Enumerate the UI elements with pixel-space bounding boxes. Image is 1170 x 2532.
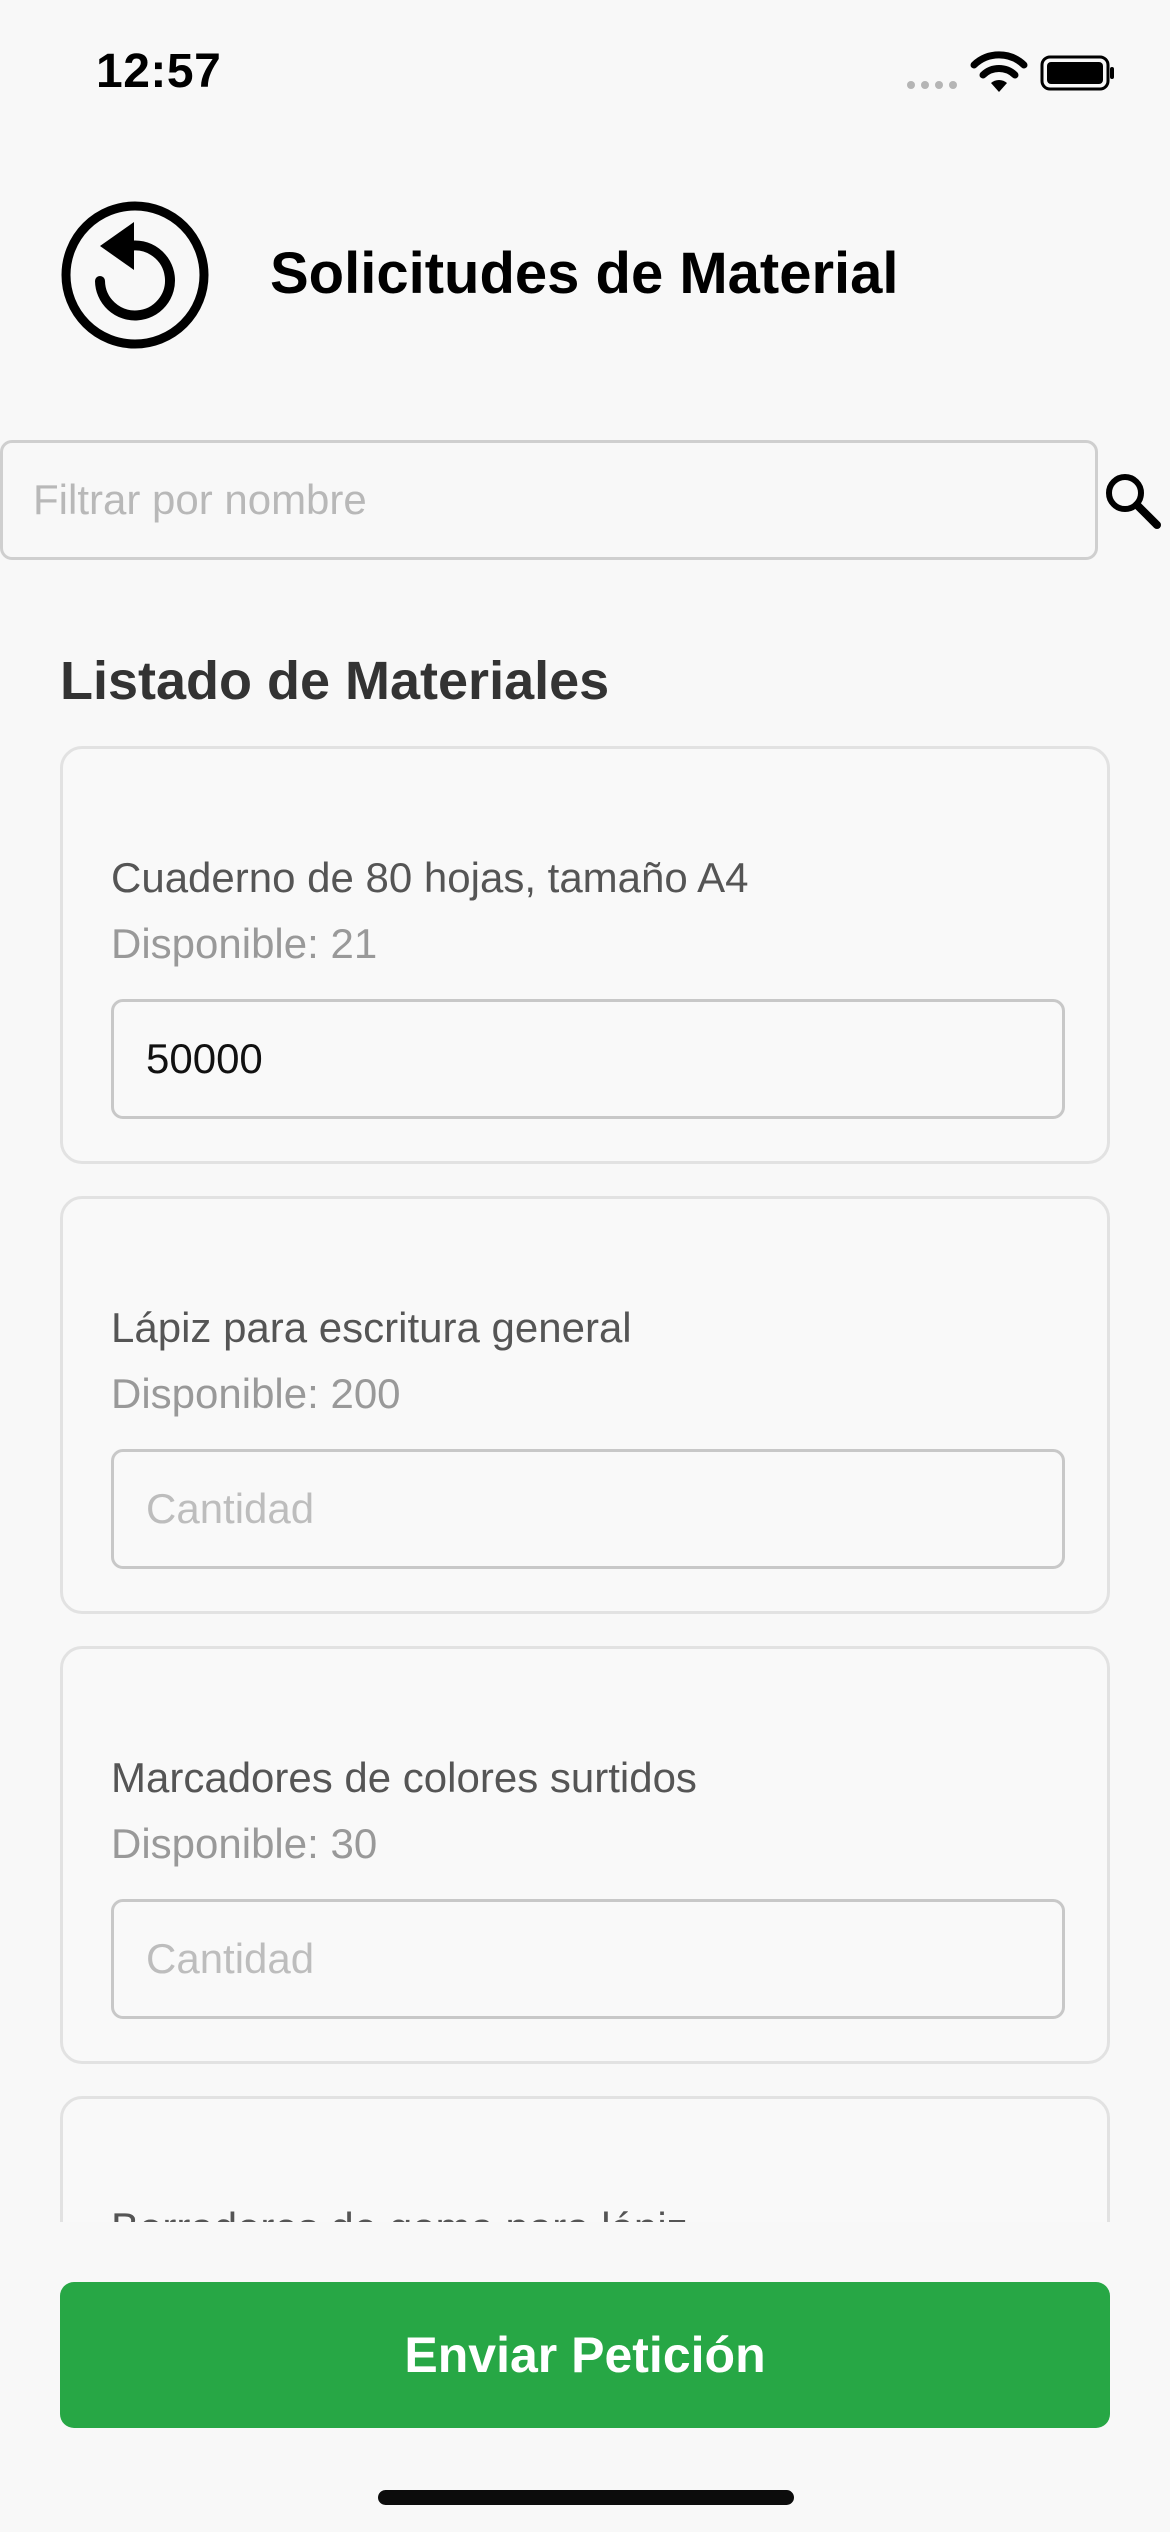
- material-available: Disponible: 21: [111, 920, 378, 967]
- quantity-input[interactable]: [111, 999, 1065, 1119]
- material-available: Disponible: 30: [111, 1820, 378, 1867]
- materials-list[interactable]: Cuaderno de 80 hojas, tamaño A4 Disponib…: [0, 745, 1170, 2222]
- material-card: Marcadores de colores surtidos Disponibl…: [60, 1646, 1110, 2064]
- status-bar: 12:57: [0, 0, 1170, 150]
- material-name: Cuaderno de 80 hojas, tamaño A4: [111, 854, 749, 901]
- quantity-input[interactable]: [111, 1899, 1065, 2019]
- wifi-icon: [970, 51, 1028, 92]
- status-time: 12:57: [96, 45, 222, 98]
- header: Solicitudes de Material: [0, 190, 1170, 360]
- cellular-signal-icon: [907, 81, 957, 89]
- material-card: Cuaderno de 80 hojas, tamaño A4 Disponib…: [60, 746, 1110, 1164]
- submit-request-button[interactable]: Enviar Petición: [60, 2282, 1110, 2428]
- quantity-input[interactable]: [111, 1449, 1065, 1569]
- page-title: Solicitudes de Material: [270, 241, 899, 306]
- material-card: Lápiz para escritura general Disponible:…: [60, 1196, 1110, 1614]
- material-available: Disponible: 200: [111, 1370, 401, 1417]
- search-icon[interactable]: [1102, 470, 1162, 530]
- section-title: Listado de Materiales: [60, 651, 610, 711]
- material-name: Marcadores de colores surtidos: [111, 1754, 697, 1801]
- search-input[interactable]: [0, 440, 1098, 560]
- refresh-icon[interactable]: [60, 200, 210, 350]
- battery-icon: [1040, 55, 1114, 91]
- home-indicator: [378, 2490, 794, 2505]
- material-name: Lápiz para escritura general: [111, 1304, 632, 1351]
- material-card: Borradores de goma para lápiz: [60, 2096, 1110, 2222]
- material-name: Borradores de goma para lápiz: [111, 2204, 688, 2222]
